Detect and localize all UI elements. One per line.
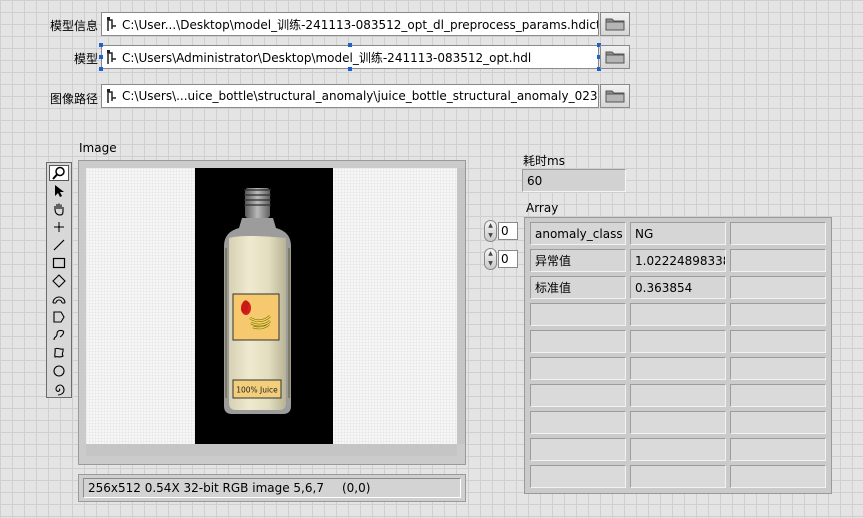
array-cell[interactable] xyxy=(730,276,826,299)
array-cell[interactable] xyxy=(730,384,826,407)
array-cell[interactable]: anomaly_class xyxy=(530,222,626,245)
oval-icon xyxy=(53,365,65,377)
selection-handle xyxy=(99,43,103,47)
freehand-region-tool[interactable] xyxy=(49,345,69,361)
pointer-tool[interactable] xyxy=(49,183,69,199)
array-cell[interactable]: NG xyxy=(630,222,726,245)
path-icon xyxy=(107,50,116,64)
pan-tool[interactable] xyxy=(49,201,69,217)
annulus-icon xyxy=(52,296,66,304)
array-cell[interactable] xyxy=(730,330,826,353)
array-cell[interactable] xyxy=(730,465,826,488)
array-label: Array xyxy=(526,201,559,215)
array-cell[interactable] xyxy=(730,438,826,461)
annulus-tool[interactable] xyxy=(49,291,69,307)
array-cell[interactable] xyxy=(530,411,626,434)
pan-hand-icon xyxy=(54,203,64,216)
display-vertical-scroll[interactable] xyxy=(457,168,465,444)
image-status-bar: 256x512 0.54X 32-bit RGB image 5,6,7 (0,… xyxy=(78,474,466,502)
juice-bottle-image: 100% Juice xyxy=(195,168,333,444)
array-cell[interactable] xyxy=(730,411,826,434)
array-cell[interactable]: 1.02224898338 xyxy=(630,249,726,272)
array-cell[interactable] xyxy=(730,357,826,380)
array-cell[interactable]: 标准值 xyxy=(530,276,626,299)
spiral-icon xyxy=(55,384,65,396)
array-cell[interactable] xyxy=(530,303,626,326)
model-info-browse-button[interactable] xyxy=(600,12,630,36)
rotated-rectangle-icon xyxy=(52,274,66,288)
image-path-label: 图像路径 xyxy=(50,92,99,106)
array-cell[interactable] xyxy=(630,384,726,407)
polygon-tool[interactable] xyxy=(49,309,69,325)
model-path-field[interactable]: C:\Users\Administrator\Desktop\model_训练-… xyxy=(101,45,599,69)
array-cell[interactable] xyxy=(730,222,826,245)
model-label: 模型 xyxy=(74,52,99,66)
pointer-icon xyxy=(55,185,64,197)
bottle-label-text: 100% Juice xyxy=(236,386,278,395)
point-icon xyxy=(54,222,64,232)
image-display-label: Image xyxy=(79,141,117,155)
freehand-line-tool[interactable] xyxy=(49,327,69,343)
array-cell[interactable] xyxy=(530,330,626,353)
path-icon xyxy=(107,89,116,103)
elapsed-label: 耗时ms xyxy=(523,154,565,168)
model-info-label: 模型信息 xyxy=(50,19,99,33)
array-cell[interactable] xyxy=(630,303,726,326)
point-tool[interactable] xyxy=(49,219,69,235)
polygon-icon xyxy=(53,311,65,323)
array-cell[interactable] xyxy=(630,438,726,461)
oval-tool[interactable] xyxy=(49,363,69,379)
row-index-value[interactable]: 0 xyxy=(498,222,518,240)
path-icon xyxy=(107,17,116,31)
row-index-spinner[interactable]: ▲ ▼ xyxy=(484,220,497,242)
array-cell[interactable]: 异常值 xyxy=(530,249,626,272)
model-path-text: C:\Users\Administrator\Desktop\model_训练-… xyxy=(122,50,532,65)
image-path-field[interactable]: C:\Users\...uice_bottle\structural_anoma… xyxy=(101,84,599,108)
array-cell[interactable] xyxy=(630,357,726,380)
selection-handle xyxy=(348,43,352,47)
folder-icon xyxy=(605,18,625,31)
selection-handle xyxy=(99,67,103,71)
array-cell[interactable] xyxy=(630,411,726,434)
rectangle-tool[interactable] xyxy=(49,255,69,271)
image-status-info: 256x512 0.54X 32-bit RGB image 5,6,7 xyxy=(88,481,324,495)
array-column-index[interactable]: ▲ ▼ 0 xyxy=(484,248,518,270)
juice-bottle-picture: 100% Juice xyxy=(224,188,291,414)
display-horizontal-scroll[interactable] xyxy=(86,444,457,456)
freehand-region-icon xyxy=(54,347,64,358)
model-info-path-text: C:\User...\Desktop\model_训练-241113-08351… xyxy=(122,17,598,32)
line-tool[interactable] xyxy=(49,237,69,253)
array-cell[interactable] xyxy=(530,465,626,488)
column-index-spinner[interactable]: ▲ ▼ xyxy=(484,248,497,270)
folder-icon xyxy=(605,90,625,103)
image-tools-palette xyxy=(46,162,72,398)
zoom-icon xyxy=(52,166,65,180)
selection-handle xyxy=(348,67,352,71)
image-path-text: C:\Users\...uice_bottle\structural_anoma… xyxy=(122,89,598,103)
array-cell[interactable] xyxy=(730,303,826,326)
zoom-tool[interactable] xyxy=(49,165,69,181)
model-info-path-field[interactable]: C:\User...\Desktop\model_训练-241113-08351… xyxy=(101,12,599,36)
image-path-browse-button[interactable] xyxy=(600,84,630,108)
elapsed-value: 60 xyxy=(527,173,543,188)
array-cell[interactable]: 0.363854 xyxy=(630,276,726,299)
array-cell[interactable] xyxy=(530,384,626,407)
model-browse-button[interactable] xyxy=(600,45,630,69)
spiral-tool[interactable] xyxy=(49,381,69,397)
array-cell[interactable] xyxy=(730,249,826,272)
elapsed-indicator: 60 xyxy=(522,169,626,192)
column-index-value[interactable]: 0 xyxy=(498,250,518,268)
array-cell[interactable] xyxy=(630,330,726,353)
image-status-coords: (0,0) xyxy=(341,481,371,495)
freehand-line-icon xyxy=(53,329,65,341)
array-cell[interactable] xyxy=(630,465,726,488)
rectangle-icon xyxy=(52,257,66,269)
folder-icon xyxy=(605,51,625,64)
selection-handle xyxy=(99,55,103,59)
array-cell[interactable] xyxy=(530,438,626,461)
array-row-index[interactable]: ▲ ▼ 0 xyxy=(484,220,518,242)
line-icon xyxy=(53,239,65,251)
rotated-rectangle-tool[interactable] xyxy=(49,273,69,289)
array-cell[interactable] xyxy=(530,357,626,380)
